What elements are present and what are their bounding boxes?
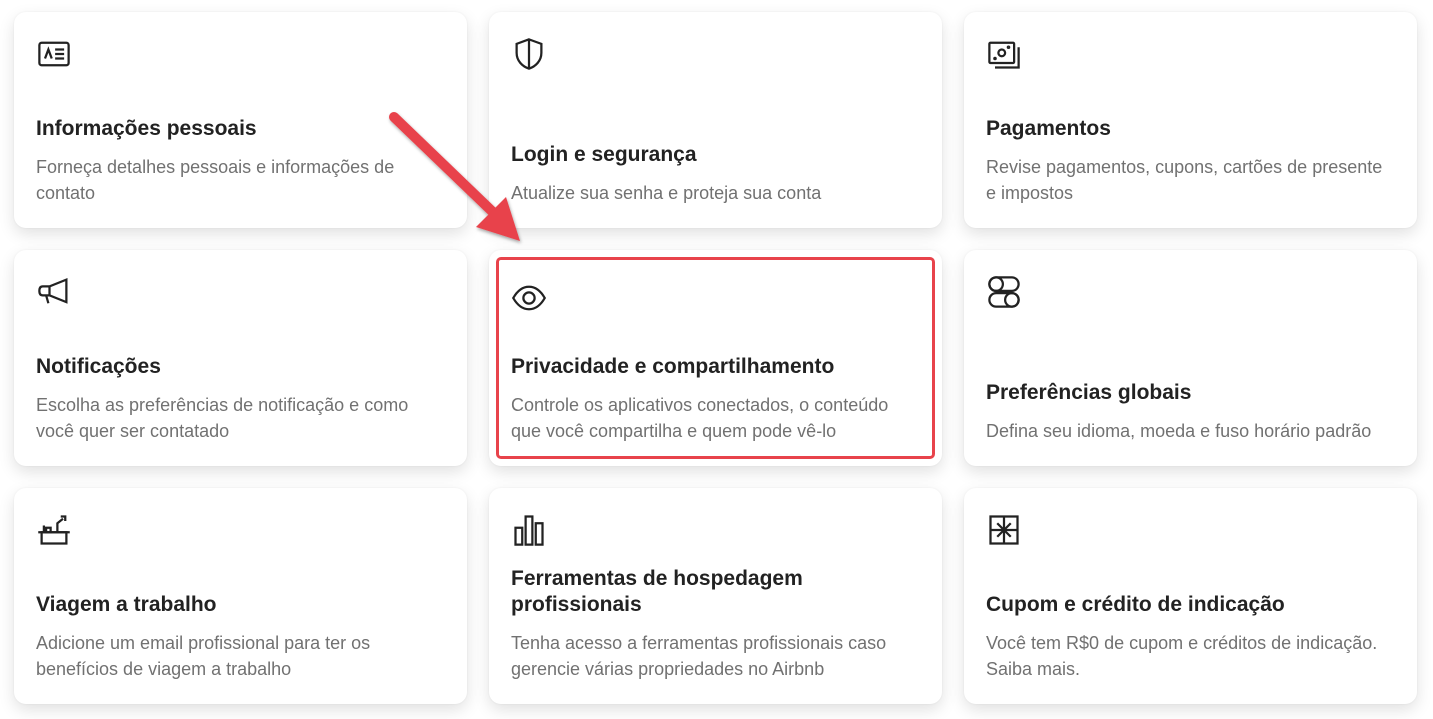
card-business-travel[interactable]: Viagem a trabalho Adicione um email prof… xyxy=(14,488,467,704)
megaphone-icon xyxy=(36,274,72,310)
card-description: Você tem R$0 de cupom e créditos de indi… xyxy=(986,633,1378,679)
card-title: Informações pessoais xyxy=(36,117,257,140)
gift-icon xyxy=(986,512,1022,548)
id-card-icon xyxy=(36,36,72,72)
card-description: Escolha as preferências de notificação e… xyxy=(36,395,409,441)
card-notifications[interactable]: Notificações Escolha as preferências de … xyxy=(14,250,467,466)
card-title: Viagem a trabalho xyxy=(36,593,217,616)
settings-grid: Informações pessoais Forneça detalhes pe… xyxy=(14,12,1417,704)
card-privacy-sharing[interactable]: Privacidade e compartilhamento Controle … xyxy=(489,250,942,466)
toggles-icon xyxy=(986,274,1022,310)
card-description: Atualize sua senha e proteja sua conta xyxy=(511,183,822,203)
account-settings-page: Informações pessoais Forneça detalhes pe… xyxy=(0,0,1433,719)
card-professional-hosting-tools[interactable]: Ferramentas de hospedagem profissionais … xyxy=(489,488,942,704)
card-description: Forneça detalhes pessoais e informações … xyxy=(36,157,395,203)
bar-chart-icon xyxy=(511,512,547,548)
card-description: Defina seu idioma, moeda e fuso horário … xyxy=(986,421,1372,441)
desk-icon xyxy=(36,512,72,548)
card-login-security[interactable]: Login e segurança Atualize sua senha e p… xyxy=(489,12,942,228)
card-title: Ferramentas de hospedagem profissionais xyxy=(511,567,803,616)
card-title: Pagamentos xyxy=(986,117,1111,140)
card-description: Controle os aplicativos conectados, o co… xyxy=(511,395,889,441)
payments-icon xyxy=(986,36,1022,72)
card-title: Privacidade e compartilhamento xyxy=(511,355,835,378)
card-personal-info[interactable]: Informações pessoais Forneça detalhes pe… xyxy=(14,12,467,228)
card-global-preferences[interactable]: Preferências globais Defina seu idioma, … xyxy=(964,250,1417,466)
card-description: Adicione um email profissional para ter … xyxy=(36,633,371,679)
card-description: Revise pagamentos, cupons, cartões de pr… xyxy=(986,157,1383,203)
card-payments[interactable]: Pagamentos Revise pagamentos, cupons, ca… xyxy=(964,12,1417,228)
card-title: Preferências globais xyxy=(986,381,1192,404)
card-title: Notificações xyxy=(36,355,161,378)
card-title: Cupom e crédito de indicação xyxy=(986,593,1285,616)
card-description: Tenha acesso a ferramentas profissionais… xyxy=(511,633,887,679)
shield-icon xyxy=(511,36,547,72)
card-referral-credit[interactable]: Cupom e crédito de indicação Você tem R$… xyxy=(964,488,1417,704)
eye-icon xyxy=(511,280,547,316)
card-title: Login e segurança xyxy=(511,143,697,166)
